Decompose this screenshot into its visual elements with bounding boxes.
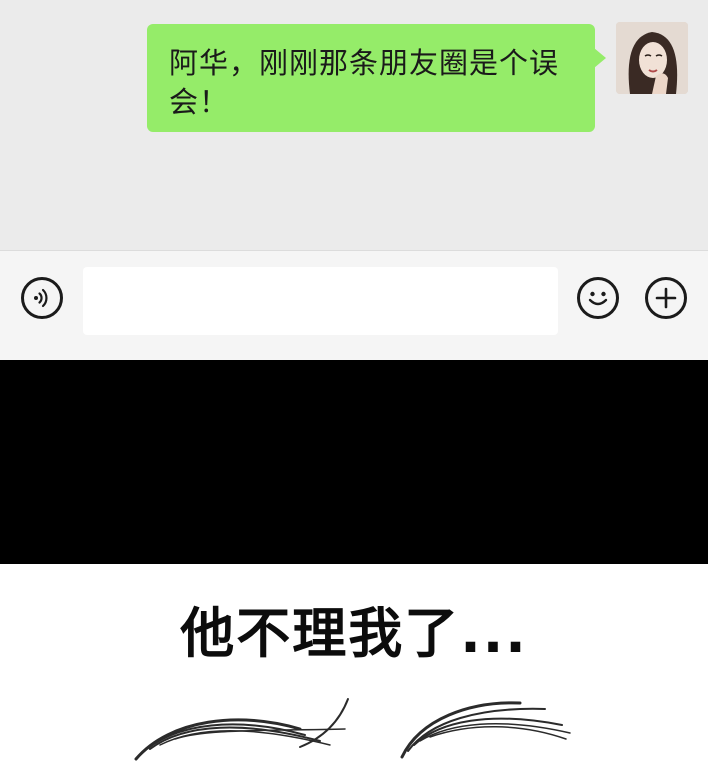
plus-icon	[655, 287, 677, 309]
eyebrows-drawing	[134, 698, 571, 761]
avatar[interactable]	[616, 22, 688, 94]
avatar-portrait-icon	[616, 22, 688, 94]
comic-page: 阿华，刚刚那条朋友圈是个误会！ 他不理我了...	[0, 0, 708, 764]
chat-area: 阿华，刚刚那条朋友圈是个误会！	[0, 0, 708, 250]
right-eyebrow	[400, 701, 571, 759]
plus-button[interactable]	[645, 277, 687, 319]
message-input[interactable]	[83, 267, 558, 335]
emoji-button[interactable]	[577, 277, 619, 319]
voice-button[interactable]	[21, 277, 63, 319]
left-eyebrow	[134, 698, 349, 761]
voice-icon	[34, 288, 48, 308]
comic-caption: 他不理我了...	[180, 602, 528, 665]
chat-message-bubble[interactable]: 阿华，刚刚那条朋友圈是个误会！	[147, 24, 595, 132]
chat-input-bar	[0, 250, 708, 361]
emoji-smile-icon	[588, 291, 608, 306]
chat-bubble-tail	[594, 48, 606, 68]
comic-panel: 他不理我了...	[0, 564, 708, 764]
chat-message-text: 阿华，刚刚那条朋友圈是个误会！	[169, 46, 560, 119]
black-panel	[0, 360, 708, 564]
